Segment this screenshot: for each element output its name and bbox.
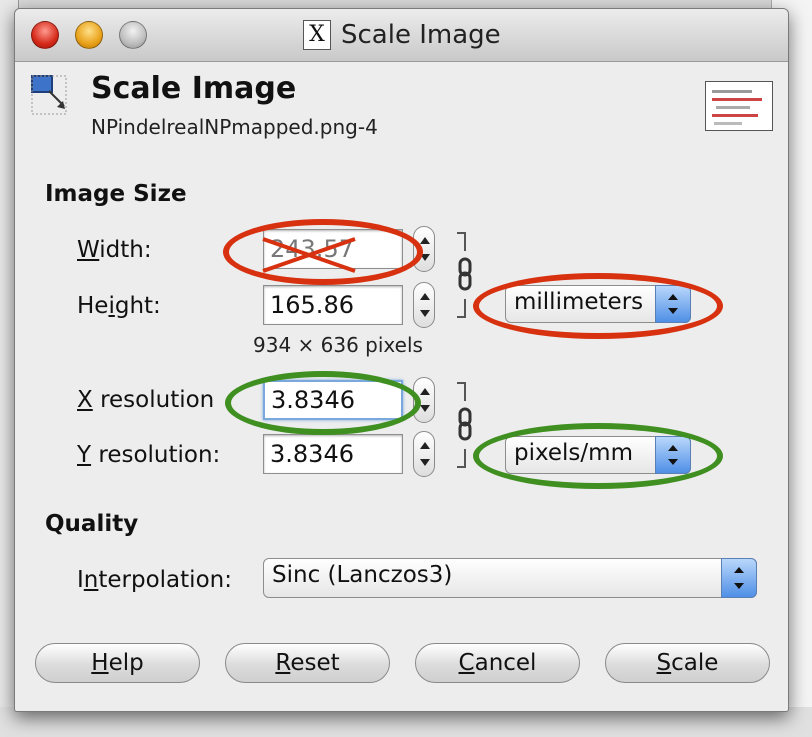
resolution-unit-select[interactable]: pixels/mm [505, 436, 691, 474]
scale-image-dialog: X Scale Image Scale Image NPindelrealNPm… [14, 8, 789, 712]
resolution-chain-link-icon[interactable] [453, 379, 483, 471]
height-stepper[interactable] [413, 282, 435, 328]
x-resolution-stepper[interactable] [413, 377, 435, 423]
image-filename: NPindelrealNPmapped.png-4 [91, 115, 378, 139]
window-title: X Scale Image [303, 19, 501, 51]
y-resolution-stepper[interactable] [413, 431, 435, 477]
x-resolution-label: X resolution [77, 387, 215, 413]
height-input[interactable] [263, 285, 403, 325]
interpolation-value: Sinc (Lanczos3) [272, 562, 453, 588]
image-thumbnail [705, 81, 773, 131]
quality-section-label: Quality [45, 511, 139, 537]
width-stepper[interactable] [413, 226, 435, 272]
cancel-button[interactable]: Cancel [415, 643, 580, 683]
dialog-heading: Scale Image [91, 71, 297, 106]
help-button[interactable]: Help [35, 643, 200, 683]
window-title-text: Scale Image [341, 20, 501, 50]
scale-button[interactable]: Scale [605, 643, 770, 683]
image-size-section-label: Image Size [45, 181, 187, 207]
scale-tool-icon [31, 75, 67, 115]
interpolation-select[interactable]: Sinc (Lanczos3) [263, 558, 757, 598]
size-unit-value: millimeters [514, 289, 644, 315]
size-unit-select[interactable]: millimeters [505, 285, 691, 323]
pixel-dimensions-text: 934 × 636 pixels [253, 333, 423, 357]
interpolation-label: Interpolation: [77, 567, 232, 593]
size-unit-arrow-icon[interactable] [655, 285, 691, 323]
size-chain-link-icon[interactable] [453, 229, 483, 321]
y-resolution-label: Y resolution: [77, 442, 221, 468]
reset-button[interactable]: Reset [225, 643, 390, 683]
x11-icon: X [303, 20, 331, 50]
height-label: Height: [77, 293, 161, 319]
interpolation-arrow-icon[interactable] [721, 558, 757, 598]
title-bar[interactable]: X Scale Image [15, 9, 788, 62]
minimize-window-button[interactable] [75, 21, 103, 49]
close-window-button[interactable] [31, 21, 59, 49]
resolution-unit-value: pixels/mm [514, 440, 633, 466]
maximize-window-button[interactable] [119, 21, 147, 49]
resolution-unit-arrow-icon[interactable] [655, 436, 691, 474]
x-resolution-input[interactable] [263, 380, 403, 420]
width-label: Width: [77, 237, 152, 263]
y-resolution-input[interactable] [263, 434, 403, 474]
width-input[interactable] [263, 229, 403, 269]
